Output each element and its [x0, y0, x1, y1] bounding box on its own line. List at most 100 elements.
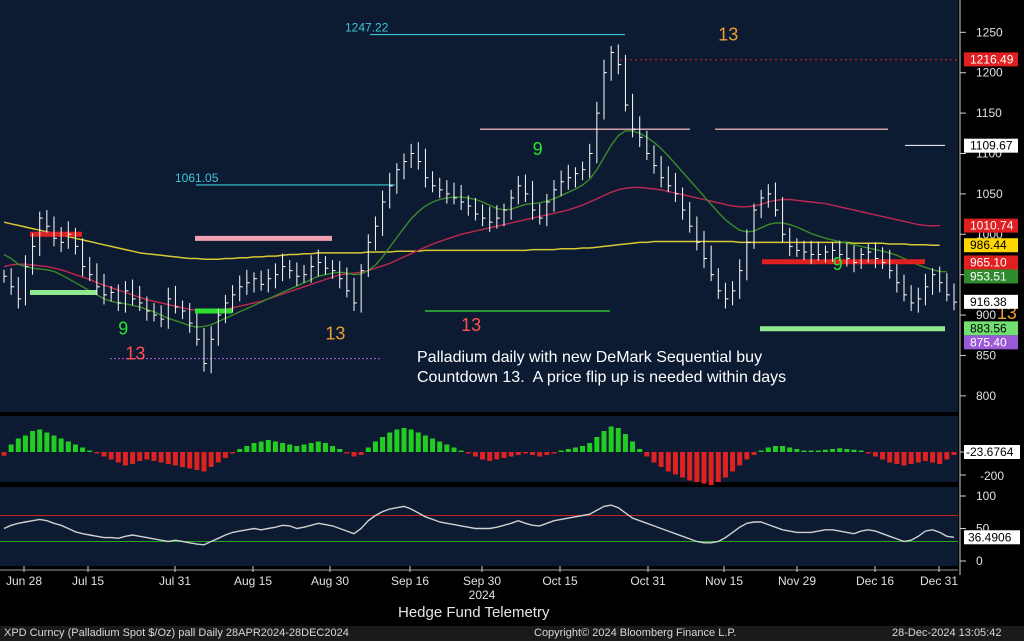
histogram-bar	[951, 452, 957, 455]
histogram-bar	[187, 452, 193, 469]
histogram-bar	[515, 452, 521, 455]
footer-bar: XPD Curncy (Palladium Spot $/Oz) pall Da…	[0, 626, 1024, 641]
histogram-bar	[672, 452, 678, 475]
histogram-bar	[172, 452, 178, 466]
histogram-bar	[615, 428, 621, 452]
histogram-bar	[801, 450, 807, 452]
histogram-bar	[744, 452, 750, 460]
histogram-bar	[344, 452, 350, 454]
histogram-bar	[72, 444, 78, 452]
histogram-bar	[894, 452, 900, 464]
level-label-1247: 1247.22	[345, 21, 389, 35]
histogram-bar	[15, 438, 21, 452]
histogram-bar	[422, 435, 428, 452]
histogram-bar	[651, 452, 657, 463]
histogram-bar	[194, 452, 200, 470]
histogram-bar	[508, 452, 514, 457]
countdown-label: 13	[325, 323, 345, 343]
y-tick-label: 1200	[976, 66, 1003, 80]
countdown-label: 9	[533, 139, 543, 159]
price-marker-label: 986.44	[970, 238, 1007, 252]
price-marker-label: 916.38	[970, 295, 1007, 309]
level-label-1061: 1061.05	[175, 171, 219, 185]
histogram-bar	[872, 452, 878, 457]
histogram-bar	[794, 449, 800, 452]
histogram-bar	[644, 452, 650, 457]
price-marker-label: 953.51	[970, 269, 1007, 283]
histogram-bar	[722, 452, 728, 478]
histogram-bar	[58, 438, 64, 452]
x-tick-label: Jul 15	[72, 574, 104, 588]
histogram-bar	[601, 431, 607, 452]
histogram-bar	[537, 452, 543, 457]
histogram-bar	[901, 452, 907, 466]
price-marker-label: 1109.67	[970, 139, 1013, 153]
histogram-bar	[808, 450, 814, 452]
histogram-bar	[637, 449, 643, 452]
histogram-bar	[394, 429, 400, 452]
histogram-bar	[922, 452, 928, 461]
histogram-bar	[22, 435, 28, 452]
histogram-bar	[608, 426, 614, 452]
histogram-bar	[937, 452, 943, 464]
histogram-bar	[844, 449, 850, 452]
copyright: Copyright© 2024 Bloomberg Finance L.P.	[534, 627, 737, 639]
x-tick-label: Dec 16	[856, 574, 894, 588]
price-marker-label: 883.56	[970, 321, 1007, 335]
histogram-bar	[680, 452, 686, 478]
histogram-bar	[580, 446, 586, 452]
histogram-bar	[880, 452, 886, 460]
x-year-label: 2024	[469, 588, 496, 602]
histogram-bar	[137, 452, 143, 461]
countdown-label: 9	[118, 318, 128, 338]
histogram-bar	[701, 452, 707, 484]
histogram-bar	[851, 449, 857, 452]
x-tick-label: Nov 15	[705, 574, 743, 588]
histogram-bar	[44, 432, 50, 452]
histogram-bar	[165, 452, 171, 464]
histogram-bar	[80, 447, 86, 452]
timestamp: 28-Dec-2024 13:05:42	[892, 627, 1002, 639]
histogram-bar	[94, 452, 100, 454]
histogram-bar	[415, 432, 421, 452]
histogram-bar	[144, 452, 150, 460]
histogram-bar	[694, 452, 700, 482]
histogram-bar	[530, 452, 536, 455]
histogram-bar	[230, 452, 236, 454]
histogram-bar	[501, 452, 507, 458]
histogram-bar	[765, 447, 771, 452]
histogram-bar	[8, 444, 14, 452]
x-tick-label: Oct 31	[630, 574, 666, 588]
histogram-bar	[244, 446, 250, 452]
histogram-bar	[544, 452, 550, 455]
histogram-bar	[237, 449, 243, 452]
histogram-bar	[287, 444, 293, 452]
histogram-bar	[622, 434, 628, 452]
histogram-bar	[587, 443, 593, 452]
oscillator-pane-bg	[0, 487, 958, 566]
histogram-bar	[908, 452, 914, 464]
price-marker-label: 1216.49	[970, 52, 1014, 66]
countdown-label: 13	[718, 24, 738, 44]
x-tick-label: Aug 30	[311, 574, 349, 588]
histogram-bar	[251, 443, 257, 452]
histogram-bar	[151, 452, 157, 461]
histogram-bar	[37, 429, 43, 452]
histogram-bar	[730, 452, 736, 472]
histogram-bar	[944, 452, 950, 460]
x-tick-label: Sep 30	[463, 574, 501, 588]
x-tick-label: Aug 15	[234, 574, 272, 588]
histogram-bar	[358, 452, 364, 455]
histogram-bar	[865, 452, 871, 454]
countdown-label: 13	[461, 315, 481, 335]
histogram-bar	[565, 449, 571, 452]
source-label: Hedge Fund Telemetry	[398, 604, 550, 621]
histogram-bar	[458, 450, 464, 452]
countdown-label: 9	[833, 254, 843, 274]
histogram-bar	[215, 452, 221, 463]
histogram-bar	[465, 452, 471, 454]
histogram-bar	[380, 437, 386, 452]
price-chart: 8008509009501000105011001150120012501247…	[0, 0, 1024, 641]
histogram-bar	[830, 449, 836, 452]
histogram-bar	[365, 447, 371, 452]
